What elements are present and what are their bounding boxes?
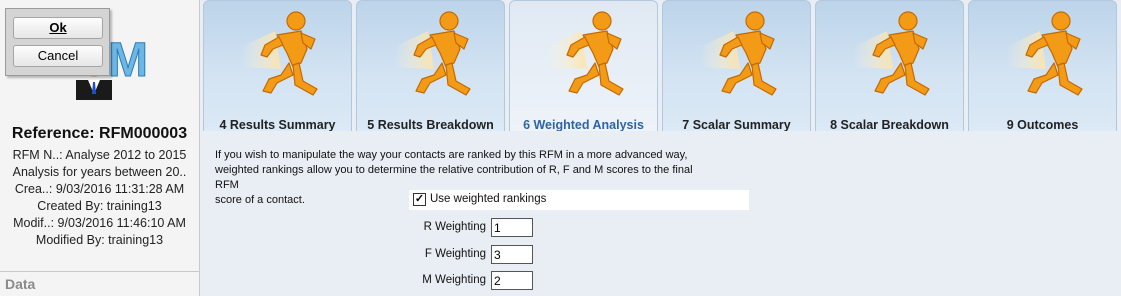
use-weighted-rankings-checkbox[interactable]: ✓ Use weighted rankings <box>409 190 749 210</box>
tab-outcomes[interactable]: 9 Outcomes <box>968 0 1117 132</box>
use-weighted-rankings-label: Use weighted rankings <box>430 193 547 205</box>
running-man-icon <box>853 9 937 101</box>
m-weighting-input[interactable] <box>491 271 533 290</box>
weighted-analysis-panel: If you wish to manipulate the way your c… <box>201 131 1121 296</box>
tab-scalar-breakdown[interactable]: 8 Scalar Breakdown <box>815 0 964 132</box>
f-weighting-label: F Weighting <box>424 248 486 260</box>
tab-weighted-analysis[interactable]: 6 Weighted Analysis <box>509 0 658 132</box>
modified-by: Modified By: training13 <box>35 233 164 247</box>
rfm-name: RFM N..: Analyse 2012 to 2015 <box>12 148 187 162</box>
ok-button[interactable]: Ok <box>13 17 103 39</box>
tab-results-summary[interactable]: 4 Results Summary <box>203 0 352 132</box>
tab-label: 8 Scalar Breakdown <box>830 118 949 132</box>
confirm-dialog: Ok Cancel <box>5 8 110 76</box>
tab-label: 7 Scalar Summary <box>682 118 791 132</box>
cancel-button[interactable]: Cancel <box>13 45 103 67</box>
intro-line: If you wish to manipulate the way your c… <box>215 149 688 161</box>
f-weighting-input[interactable] <box>491 245 533 264</box>
r-weighting-label: R Weighting <box>423 221 486 233</box>
created-by: Created By: training13 <box>37 199 162 213</box>
running-man-icon <box>1006 9 1090 101</box>
running-man-icon <box>547 9 631 101</box>
running-man-icon <box>700 9 784 101</box>
tab-label: 6 Weighted Analysis <box>523 118 644 132</box>
running-man-icon <box>394 9 478 101</box>
running-man-icon <box>241 9 325 101</box>
tab-scalar-summary[interactable]: 7 Scalar Summary <box>662 0 811 132</box>
checkbox-check-icon[interactable]: ✓ <box>413 193 426 206</box>
reference-title: Reference: RFM000003 <box>11 125 188 142</box>
m-weighting-label: M Weighting <box>422 274 486 286</box>
intro-line: weighted rankings allow you to determine… <box>215 164 693 191</box>
r-weighting-input[interactable] <box>491 218 533 237</box>
tab-label: 4 Results Summary <box>219 118 336 132</box>
tab-label: 9 Outcomes <box>1006 118 1079 132</box>
tab-label: 5 Results Breakdown <box>367 118 494 132</box>
svg-text:M: M <box>108 34 148 87</box>
analysis-description: Analysis for years between 20.. <box>12 165 187 179</box>
data-section-header[interactable]: Data <box>5 276 35 292</box>
divider <box>0 271 199 272</box>
record-panel: M Ok Cancel Reference: RFM000003 RFM N..… <box>0 0 200 296</box>
modified-date: Modif..: 9/03/2016 11:46:10 AM <box>13 216 186 230</box>
created-date: Crea..: 9/03/2016 11:31:28 AM <box>14 182 185 196</box>
tab-results-breakdown[interactable]: 5 Results Breakdown <box>356 0 505 132</box>
